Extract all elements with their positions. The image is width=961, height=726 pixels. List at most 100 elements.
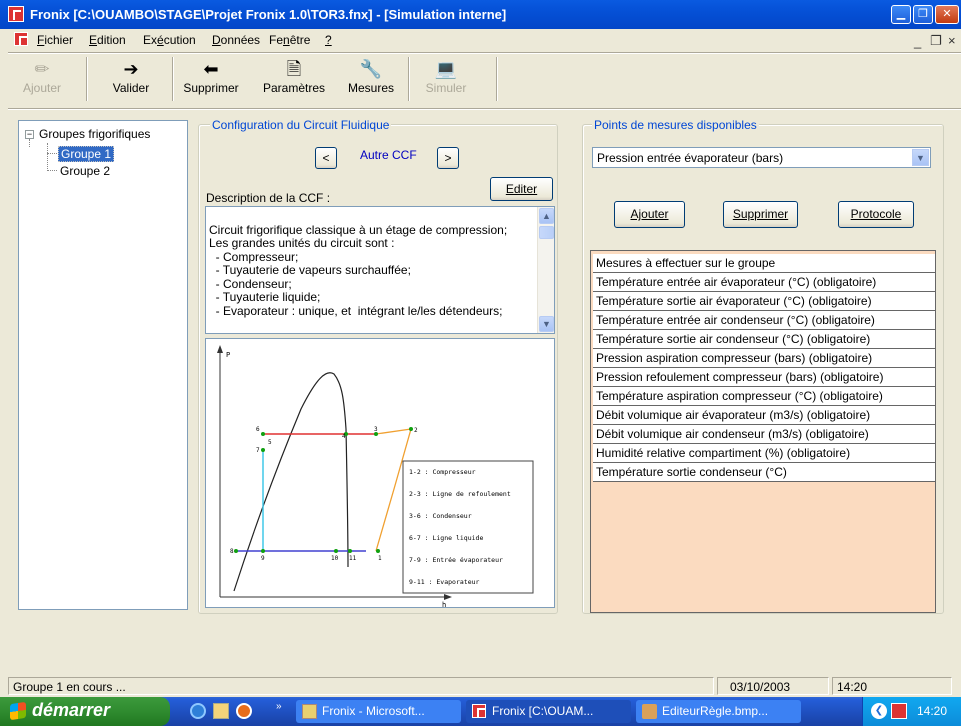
- folder-icon: [302, 704, 317, 719]
- svg-text:5: 5: [268, 439, 272, 446]
- svg-text:7: 7: [256, 447, 260, 454]
- ajouter-button[interactable]: ✏ Ajouter: [10, 55, 74, 103]
- svg-text:1-2 : Compresseur: 1-2 : Compresseur: [409, 468, 476, 476]
- ph-diagram: P h 1 2 3 4 5 6 7 9 10 11 8 1-2 : Compre…: [217, 345, 534, 607]
- list-item[interactable]: Température entrée air condenseur (°C) (…: [593, 311, 935, 330]
- menu-fenetre[interactable]: Fenêtre: [269, 33, 310, 47]
- list-item[interactable]: Température aspiration compresseur (°C) …: [593, 387, 935, 406]
- tree-item-groupe-1[interactable]: Groupe 1: [58, 146, 115, 162]
- y-axis-arrow: [217, 345, 223, 353]
- add-measure-label: Ajouter: [630, 207, 669, 221]
- toolbar-separator: [408, 57, 410, 101]
- chevron-right-icon[interactable]: »: [276, 701, 282, 712]
- task-fronix-microsoft[interactable]: Fronix - Microsoft...: [296, 700, 461, 723]
- protocol-button[interactable]: Protocole: [838, 201, 914, 228]
- start-button[interactable]: démarrer: [0, 697, 170, 726]
- window-title: Fronix [C:\OUAMBO\STAGE\Projet Fronix 1.…: [30, 7, 507, 22]
- group-tree[interactable]: − Groupes frigorifiques Groupe 1 Groupe …: [18, 120, 188, 610]
- svg-text:3-6 : Condenseur: 3-6 : Condenseur: [409, 512, 472, 520]
- list-item[interactable]: Pression aspiration compresseur (bars) (…: [593, 349, 935, 368]
- fronix-app-icon: [472, 704, 486, 718]
- arrow-right-icon: ➔: [123, 59, 139, 79]
- tray-back-icon[interactable]: ❮: [871, 703, 887, 719]
- list-item[interactable]: Température sortie air évaporateur (°C) …: [593, 292, 935, 311]
- minimize-icon[interactable]: ▁: [891, 5, 911, 24]
- mdi-restore-icon[interactable]: ❐: [930, 33, 942, 49]
- tree-item-groupe-2[interactable]: Groupe 2: [60, 164, 110, 178]
- description-scrollbar[interactable]: ▲ ▼: [537, 207, 554, 333]
- tray-alert-icon[interactable]: [891, 703, 907, 719]
- measures-list[interactable]: Mesures à effectuer sur le groupe Tempér…: [590, 250, 936, 613]
- y-axis-label: P: [226, 351, 230, 359]
- remove-measure-button[interactable]: Supprimer: [723, 201, 798, 228]
- parametres-button[interactable]: 🗎 Paramètres: [256, 55, 332, 103]
- list-item[interactable]: Débit volumique air condenseur (m3/s) (o…: [593, 425, 935, 444]
- fronix-app-icon[interactable]: [8, 6, 24, 22]
- mdi-minimize-icon[interactable]: _: [914, 34, 921, 49]
- list-item[interactable]: Pression refoulement compresseur (bars) …: [593, 368, 935, 387]
- svg-text:1: 1: [378, 555, 382, 562]
- list-item[interactable]: Débit volumique air évaporateur (m3/s) (…: [593, 406, 935, 425]
- tree-line: [47, 153, 57, 154]
- tree-collapse-icon[interactable]: −: [25, 130, 34, 139]
- diagram-point-labels: 1 2 3 4 5 6 7 9 10 11 8: [230, 426, 418, 562]
- measure-point-selected: Pression entrée évaporateur (bars): [597, 151, 784, 165]
- list-item[interactable]: Température sortie air condenseur (°C) (…: [593, 330, 935, 349]
- simuler-button[interactable]: 💻 Simuler: [418, 55, 474, 103]
- ccf-current-name: Autre CCF: [360, 148, 417, 162]
- toolbar: ✏ Ajouter ➔ Valider ⬅ Supprimer 🗎 Paramè…: [10, 55, 500, 105]
- list-item[interactable]: Température entrée air évaporateur (°C) …: [593, 273, 935, 292]
- ccf-prev-button[interactable]: <: [315, 147, 337, 169]
- diagram-points: [234, 427, 413, 553]
- menu-execution[interactable]: Exécution: [143, 33, 196, 47]
- menu-bar: Fichier Edition Exécution Données Fenêtr…: [0, 29, 961, 51]
- settings-sheet-icon: 🗎: [286, 59, 302, 79]
- svg-text:9-11 : Evaporateur: 9-11 : Evaporateur: [409, 578, 480, 586]
- tree-root-label[interactable]: Groupes frigorifiques: [39, 127, 150, 141]
- editer-button[interactable]: Editer: [490, 177, 553, 201]
- list-item[interactable]: Humidité relative compartiment (%) (obli…: [593, 444, 935, 463]
- task-fronix-doc[interactable]: Fronix [C:\OUAM...: [466, 700, 631, 723]
- status-bar: Groupe 1 en cours ... 03/10/2003 14:20: [8, 676, 961, 697]
- close-icon[interactable]: ✕: [935, 5, 959, 24]
- eraser-icon: ✏: [34, 59, 50, 79]
- document-icon[interactable]: [14, 32, 28, 46]
- taskbar: démarrer » Fronix - Microsoft... Fronix …: [0, 697, 961, 726]
- measures-list-header: Mesures à effectuer sur le groupe: [593, 254, 935, 273]
- desc-line: - Tuyauterie liquide;: [209, 290, 321, 304]
- x-axis-arrow: [444, 594, 452, 600]
- restore-icon[interactable]: ❐: [913, 5, 933, 24]
- ie-icon[interactable]: [190, 703, 206, 719]
- scroll-up-icon[interactable]: ▲: [539, 208, 554, 224]
- chevron-down-icon[interactable]: ▼: [912, 149, 929, 166]
- ccf-next-button[interactable]: >: [437, 147, 459, 169]
- measure-point-select[interactable]: Pression entrée évaporateur (bars) ▼: [592, 147, 931, 168]
- list-item[interactable]: Température sortie condenseur (°C): [593, 463, 935, 482]
- add-measure-button[interactable]: Ajouter: [614, 201, 685, 228]
- menu-donnees[interactable]: Données: [212, 33, 260, 47]
- system-tray: ❮ 14:20: [862, 697, 961, 726]
- arrow-left-icon: ⬅: [203, 59, 219, 79]
- svg-text:9: 9: [261, 555, 265, 562]
- scroll-thumb[interactable]: [539, 226, 554, 239]
- valider-button[interactable]: ➔ Valider: [96, 55, 166, 103]
- paint-icon: [642, 704, 657, 719]
- task-editeur-regle[interactable]: EditeurRègle.bmp...: [636, 700, 801, 723]
- ccf-description-textarea[interactable]: Circuit frigorifique classique à un étag…: [205, 206, 555, 334]
- menu-edition[interactable]: Edition: [89, 33, 126, 47]
- menu-help[interactable]: ?: [325, 33, 332, 47]
- desc-line: - Condenseur;: [209, 276, 292, 291]
- mdi-close-icon[interactable]: ×: [948, 33, 956, 48]
- menu-fichier[interactable]: Fichier: [37, 33, 73, 47]
- explorer-icon[interactable]: [213, 703, 229, 719]
- wrench-icon: 🔧: [359, 59, 383, 79]
- mesures-button[interactable]: 🔧 Mesures: [340, 55, 402, 103]
- svg-text:11: 11: [349, 555, 357, 562]
- supprimer-button[interactable]: ⬅ Supprimer: [178, 55, 244, 103]
- svg-text:10: 10: [331, 555, 339, 562]
- media-player-icon[interactable]: [236, 703, 252, 719]
- start-label: démarrer: [32, 700, 111, 720]
- computer-icon: 💻: [434, 59, 458, 79]
- scroll-down-icon[interactable]: ▼: [539, 316, 554, 332]
- toolbar-separator: [496, 57, 498, 101]
